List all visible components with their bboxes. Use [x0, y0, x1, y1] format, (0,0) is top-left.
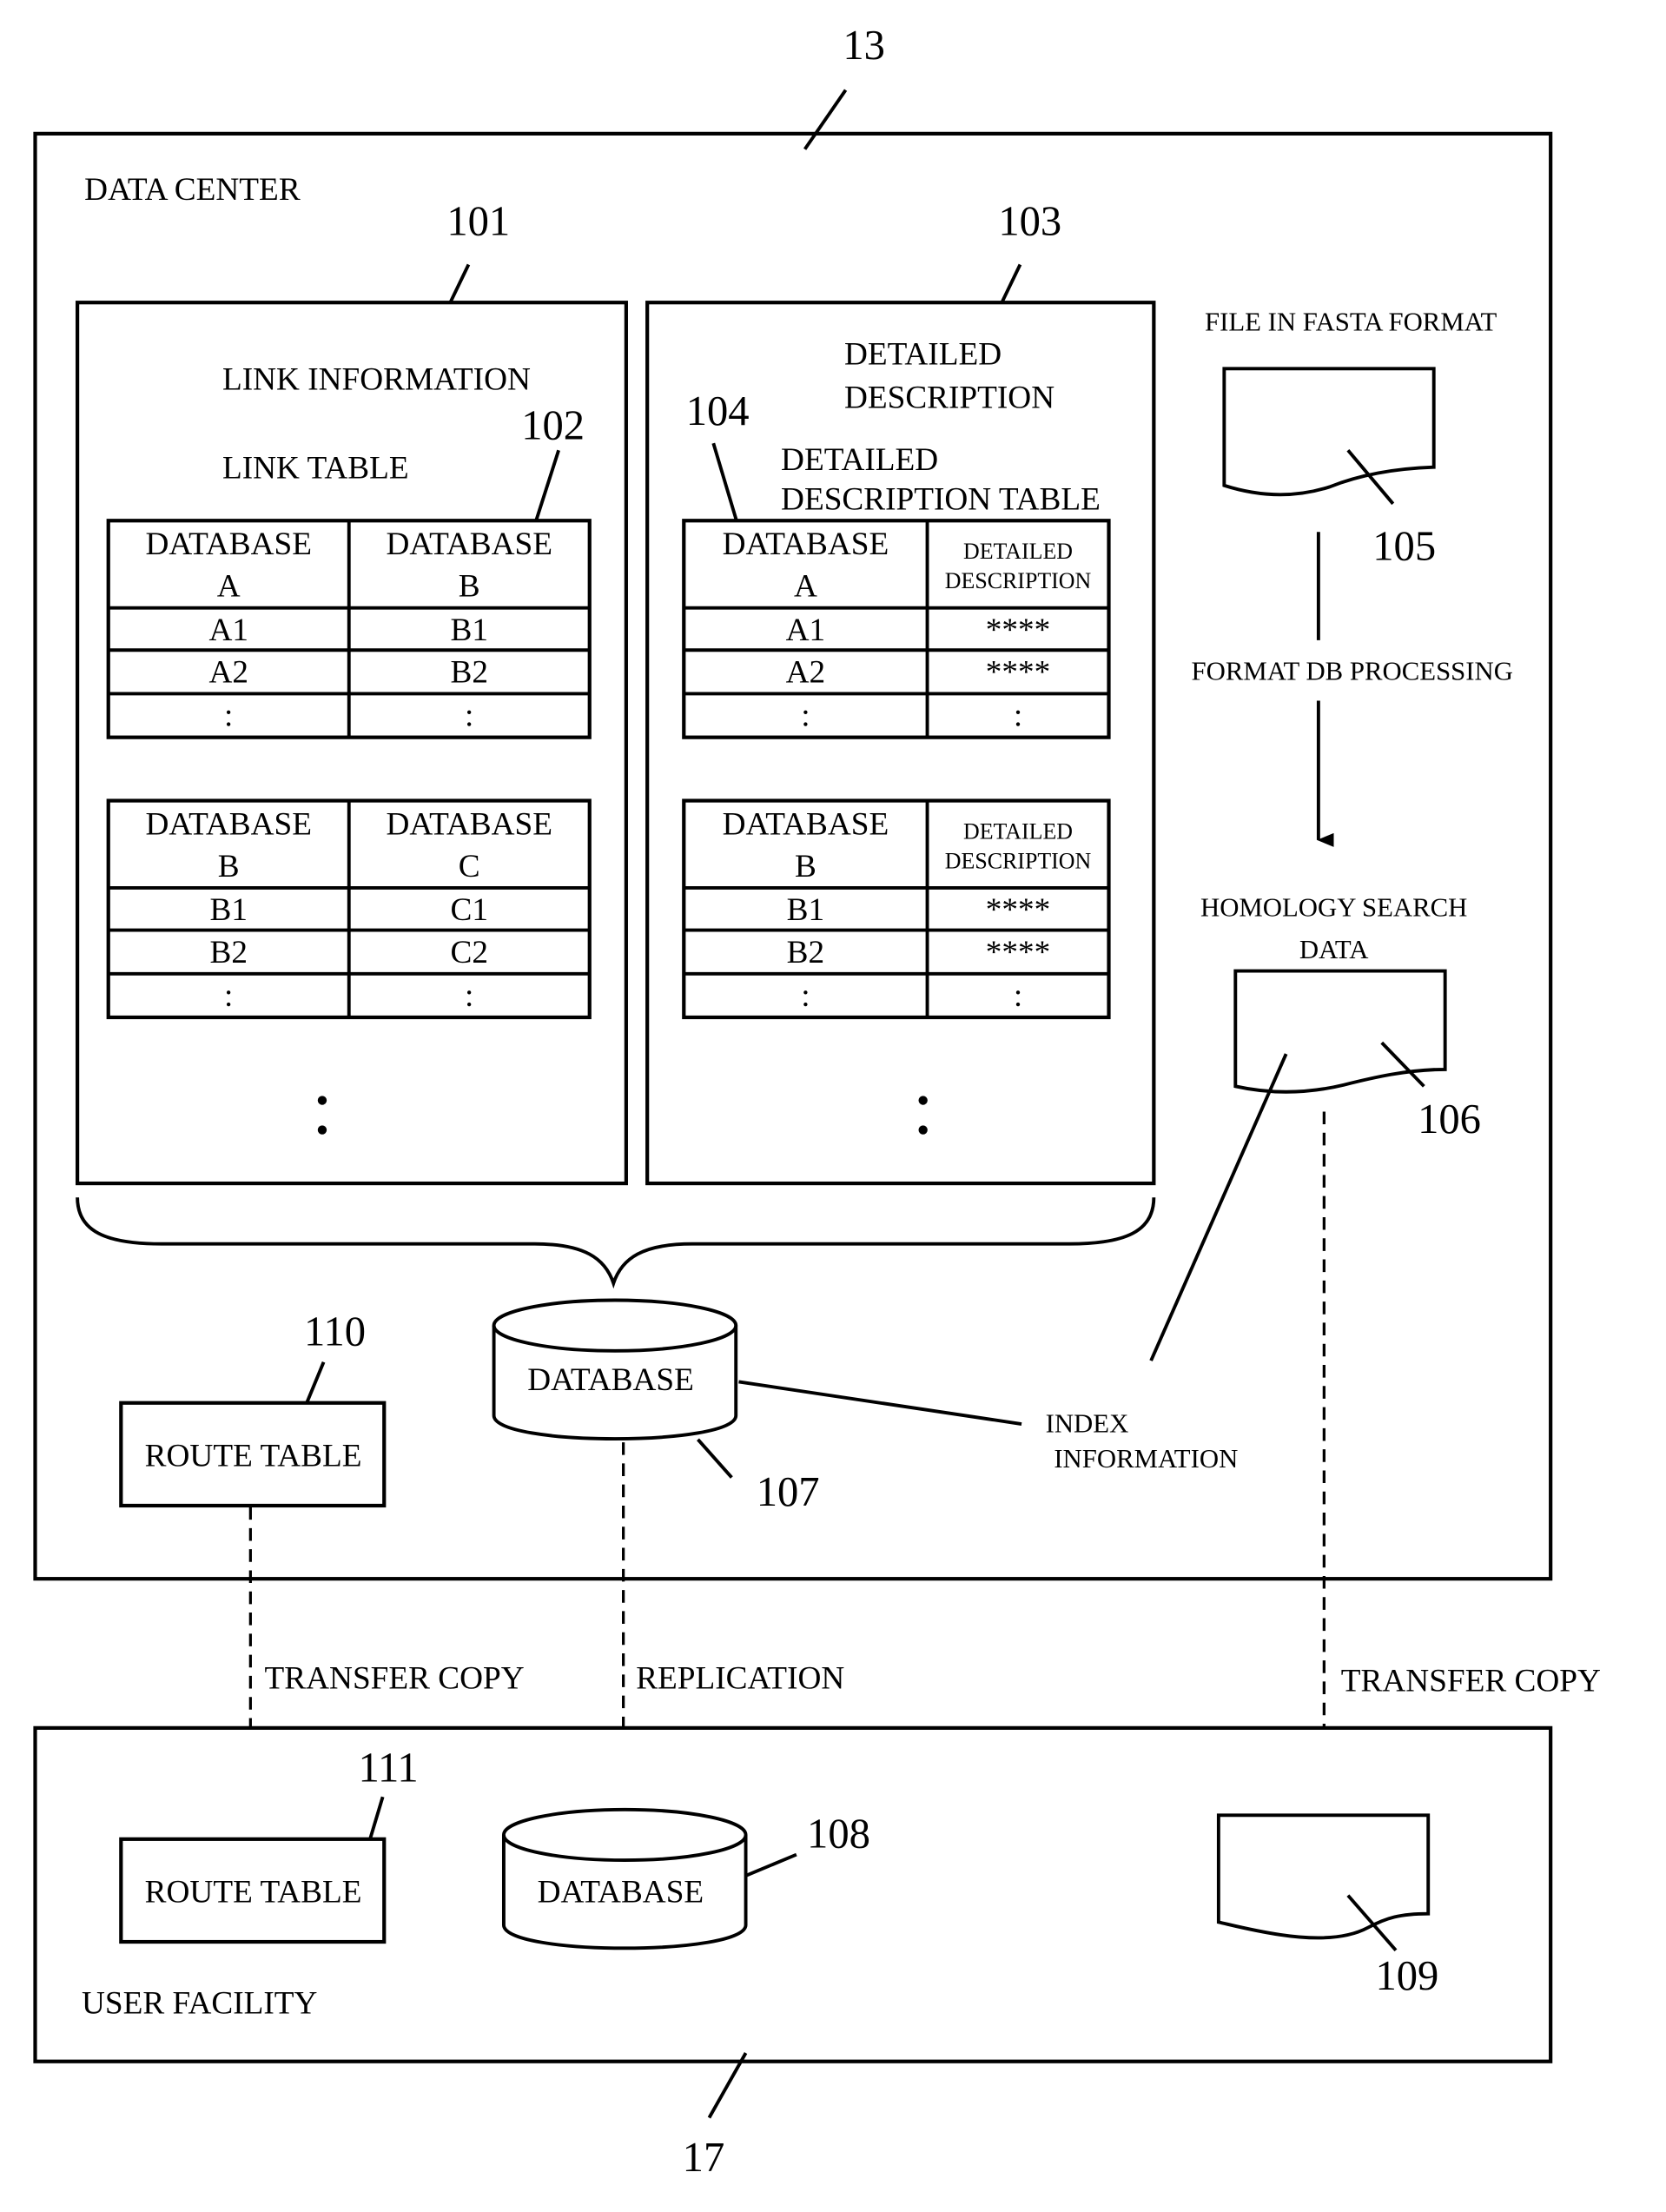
table-cell: A1	[208, 613, 248, 648]
table-header-cell: DETAILED	[963, 818, 1073, 844]
table-cell: C2	[451, 935, 488, 970]
center-route-table-label: ROUTE TABLE	[145, 1439, 362, 1474]
table-header-cell: DATABASE	[386, 806, 552, 842]
ref-center-database: 107	[757, 1468, 820, 1515]
table-cell: A2	[208, 655, 248, 691]
user-route-table-label: ROUTE TABLE	[145, 1875, 362, 1911]
ref-detailed-description-table: 104	[686, 387, 750, 434]
table-cell: :	[224, 699, 233, 734]
format-db-processing-label: FORMAT DB PROCESSING	[1192, 656, 1513, 685]
table-cell: B1	[787, 892, 824, 928]
table-cell: A1	[786, 613, 826, 648]
table-cell: :	[1014, 978, 1022, 1014]
table-cell: ****	[986, 655, 1051, 691]
homology-label-2: DATA	[1299, 935, 1369, 964]
user-facility-title: USER FACILITY	[82, 1986, 317, 2022]
ellipsis-dot	[918, 1125, 928, 1135]
table-cell: C1	[451, 892, 488, 928]
link-information-title: LINK INFORMATION	[222, 362, 531, 398]
table-cell: :	[224, 978, 233, 1014]
fasta-file-label: FILE IN FASTA FORMAT	[1205, 308, 1497, 337]
ref-user-facility: 17	[683, 2134, 725, 2181]
table-cell: A2	[786, 655, 826, 691]
user-database-label: DATABASE	[538, 1875, 704, 1911]
table-cell: B1	[451, 613, 488, 648]
table-header-cell: DETAILED	[963, 539, 1073, 564]
table-header-cell: DESCRIPTION	[945, 848, 1092, 873]
table-header-cell: B	[459, 569, 480, 605]
ellipsis-dot	[918, 1096, 928, 1105]
table-cell: ****	[986, 892, 1051, 928]
replication-label: REPLICATION	[636, 1661, 844, 1697]
table-header-cell: DATABASE	[386, 527, 552, 562]
table-cell: B2	[787, 935, 824, 970]
detailed-description-title-2: DESCRIPTION	[844, 381, 1054, 416]
table-header-cell: B	[795, 849, 816, 884]
table-header-cell: DATABASE	[723, 806, 889, 842]
table-header-cell: A	[217, 569, 241, 605]
system-diagram: 13 DATA CENTER 101 LINK INFORMATION LINK…	[33, 22, 1601, 2181]
index-information-label-1: INDEX	[1046, 1409, 1129, 1439]
table-cell: :	[801, 978, 810, 1014]
ref-fasta-file: 105	[1372, 523, 1436, 570]
table-cell: ****	[986, 613, 1051, 648]
detailed-description-box	[645, 301, 1156, 1186]
ref-user-database: 108	[807, 1811, 870, 1858]
ref-homology-copy: 109	[1375, 1952, 1438, 1999]
route-transfer-label: TRANSFER COPY	[265, 1661, 525, 1697]
user-facility: 17 USER FACILITY ROUTE TABLE 111 DATABAS…	[33, 1725, 1553, 2181]
data-center-title: DATA CENTER	[84, 172, 301, 208]
ref-user-route-table: 111	[358, 1744, 418, 1791]
detailed-table-title-2: DESCRIPTION TABLE	[781, 481, 1101, 517]
table-cell: B1	[209, 892, 247, 928]
table-header-cell: DATABASE	[145, 527, 312, 562]
table-cell: :	[1014, 699, 1022, 734]
table-header-cell: B	[218, 849, 240, 884]
ellipsis-dot	[317, 1125, 327, 1135]
link-table-2: DATABASEB DATABASECB1 C1B2 C2::	[106, 798, 592, 1020]
table-header-cell: DESCRIPTION	[945, 568, 1092, 593]
center-database-label: DATABASE	[527, 1362, 694, 1398]
table-header-cell: DATABASE	[145, 806, 312, 842]
homology-label-1: HOMOLOGY SEARCH	[1200, 892, 1467, 922]
ref-link-table: 102	[521, 401, 585, 448]
table-header-cell: A	[794, 569, 817, 605]
detailed-description-table-2: DATABASE B DETAILED DESCRIPTION B1 **** B2 ****…	[682, 798, 1111, 1020]
ref-detailed-description: 103	[998, 197, 1061, 244]
ref-homology-search-data: 106	[1418, 1096, 1481, 1142]
link-table-1: DATABASEA DATABASEBA1 B1A2 B2::	[106, 519, 592, 739]
table-cell: :	[801, 699, 810, 734]
table-cell: B2	[209, 935, 247, 970]
index-information-label-2: INFORMATION	[1054, 1444, 1238, 1474]
detailed-description-table-1: DATABASE A DETAILED DESCRIPTION A1 **** A2 ****…	[682, 519, 1111, 739]
detailed-description-title-1: DETAILED	[844, 336, 1002, 372]
table-cell: ****	[986, 935, 1051, 970]
link-information-panel: 101 LINK INFORMATION LINK TABLE 102 DATA…	[75, 197, 628, 1186]
ellipsis-dot	[317, 1096, 327, 1105]
detailed-description-panel: 103 DETAILED DESCRIPTION 104 DETAILED DE…	[645, 197, 1156, 1186]
table-cell: :	[465, 699, 473, 734]
table-cell: B2	[451, 655, 488, 691]
ref-center-route-table: 110	[304, 1308, 366, 1354]
ref-link-information: 101	[446, 197, 510, 244]
homology-transfer-label: TRANSFER COPY	[1341, 1664, 1601, 1699]
table-cell: :	[465, 978, 473, 1014]
ref-data-center: 13	[843, 22, 885, 69]
detailed-table-title-1: DETAILED	[781, 442, 938, 478]
link-table-title: LINK TABLE	[222, 451, 409, 487]
table-header-cell: C	[459, 849, 480, 884]
table-header-cell: DATABASE	[723, 527, 889, 562]
